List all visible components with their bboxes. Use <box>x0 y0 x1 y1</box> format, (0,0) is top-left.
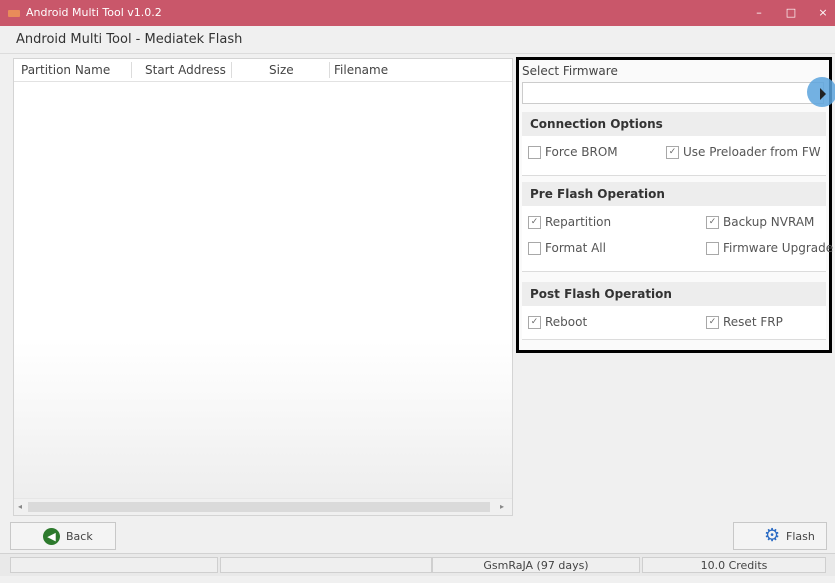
status-credits: 10.0 Credits <box>642 557 826 573</box>
divider <box>0 53 835 54</box>
column-divider <box>131 62 132 78</box>
column-filename[interactable]: Filename <box>334 63 388 77</box>
column-partition-name[interactable]: Partition Name <box>21 63 110 77</box>
window-title: Android Multi Tool v1.0.2 <box>26 6 162 19</box>
checkbox-box[interactable] <box>528 242 541 255</box>
checkbox-box[interactable]: ✓ <box>706 216 719 229</box>
status-user: GsmRaJA (97 days) <box>432 557 640 573</box>
partition-table[interactable]: Partition Name Start Address Size Filena… <box>13 58 513 516</box>
checkbox-box[interactable] <box>528 146 541 159</box>
divider <box>522 339 826 340</box>
arrow-left-icon: ◀ <box>43 528 60 545</box>
status-bar: GsmRaJA (97 days) 10.0 Credits <box>0 553 835 576</box>
checkbox-box[interactable]: ✓ <box>528 316 541 329</box>
connection-options-section: Connection Options Force BROM ✓ Use Prel… <box>522 112 826 176</box>
section-header: Pre Flash Operation <box>522 182 826 206</box>
page-title: Android Multi Tool - Mediatek Flash <box>16 32 243 47</box>
firmware-path-input[interactable] <box>522 82 824 104</box>
flash-button[interactable]: ⚙ Flash <box>733 522 827 550</box>
column-divider <box>329 62 330 78</box>
column-start-address[interactable]: Start Address <box>145 63 226 77</box>
maximize-button[interactable]: □ <box>774 0 808 26</box>
column-divider <box>231 62 232 78</box>
checkbox-box[interactable] <box>706 242 719 255</box>
title-bar: Android Multi Tool v1.0.2 – □ × <box>0 0 835 26</box>
section-header: Connection Options <box>522 112 826 136</box>
horizontal-scrollbar[interactable]: ◂ ▸ <box>14 498 512 515</box>
back-button[interactable]: ◀ Back <box>10 522 116 550</box>
scroll-left-icon[interactable]: ◂ <box>18 502 22 511</box>
scroll-right-icon[interactable]: ▸ <box>500 502 504 511</box>
post-flash-section: Post Flash Operation ✓ Reboot ✓ Reset FR… <box>522 282 826 340</box>
minimize-button[interactable]: – <box>742 0 776 26</box>
firmware-label: Select Firmware <box>522 64 618 78</box>
status-cell <box>10 557 218 573</box>
mouse-cursor-icon <box>820 88 826 100</box>
gear-icon: ⚙ <box>764 525 781 546</box>
checkbox-box[interactable]: ✓ <box>528 216 541 229</box>
scrollbar-thumb[interactable] <box>28 502 490 512</box>
status-cell <box>220 557 432 573</box>
table-header: Partition Name Start Address Size Filena… <box>14 59 512 82</box>
flash-options-panel: Select Firmware Connection Options Force… <box>516 57 835 353</box>
divider <box>522 271 826 272</box>
checkbox-box[interactable]: ✓ <box>666 146 679 159</box>
column-size[interactable]: Size <box>269 63 294 77</box>
close-button[interactable]: × <box>806 0 835 26</box>
section-header: Post Flash Operation <box>522 282 826 306</box>
checkbox-box[interactable]: ✓ <box>706 316 719 329</box>
divider <box>522 175 826 176</box>
app-icon <box>8 10 20 17</box>
pre-flash-section: Pre Flash Operation ✓ Repartition ✓ Back… <box>522 182 833 272</box>
